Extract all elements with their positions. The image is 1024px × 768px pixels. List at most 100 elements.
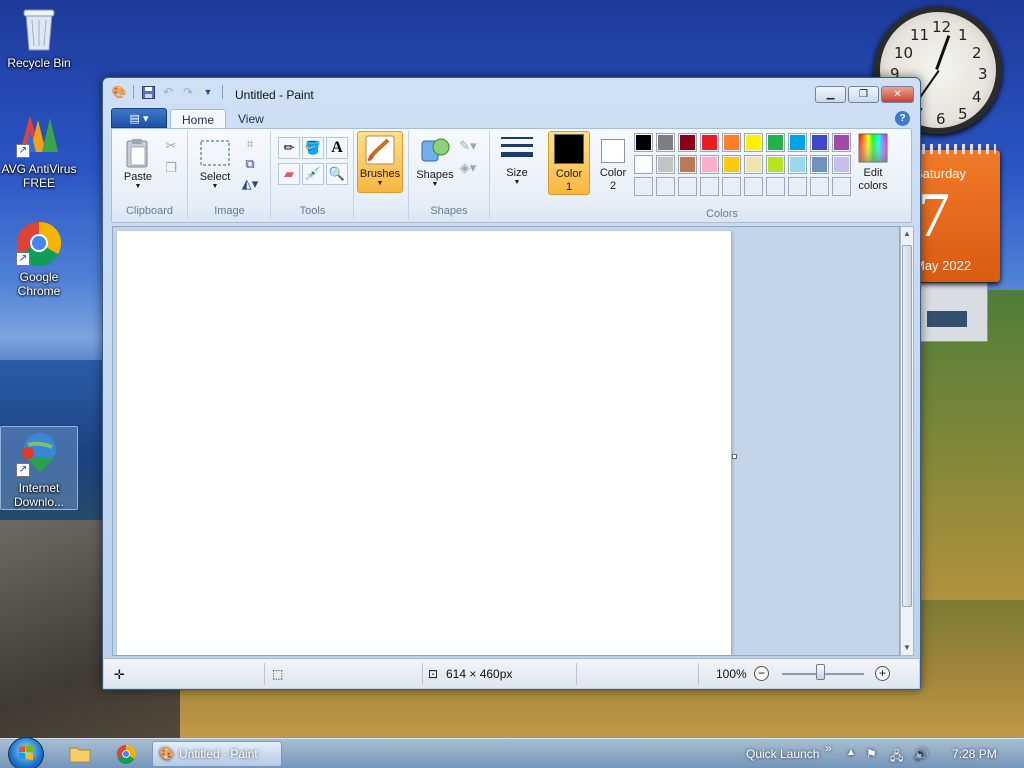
taskbar-task-label: Untitled - Paint [179, 747, 258, 761]
palette-swatch-empty[interactable] [722, 177, 741, 196]
start-button[interactable] [8, 737, 44, 768]
title-bar[interactable]: 🎨 ↶ ↷ ▼ Untitled - Paint ▁ ❐ ✕ [103, 78, 920, 106]
magnifier-icon[interactable]: 🔍 [326, 163, 348, 185]
desktop-icon-chrome[interactable]: ↗ Google Chrome [0, 220, 78, 298]
canvas-resize-handle-right[interactable] [732, 454, 737, 459]
palette-swatch[interactable] [656, 155, 675, 174]
clock-numeral: 1 [958, 26, 968, 44]
chrome-icon: ↗ [16, 220, 62, 267]
palette-swatch-empty[interactable] [700, 177, 719, 196]
rotate-icon[interactable]: ◭▾ [239, 173, 261, 195]
color-picker-icon[interactable]: 💉 [302, 163, 324, 185]
palette-swatch[interactable] [832, 133, 851, 152]
palette-swatch-empty[interactable] [788, 177, 807, 196]
palette-swatch[interactable] [678, 155, 697, 174]
paste-button[interactable]: Paste ▼ [118, 137, 158, 190]
eraser-icon[interactable]: ▰ [278, 163, 300, 185]
palette-swatch[interactable] [700, 133, 719, 152]
paint-app-icon: 🎨 [159, 747, 174, 761]
palette-swatch-empty[interactable] [810, 177, 829, 196]
palette-swatch[interactable] [634, 155, 653, 174]
palette-swatch[interactable] [788, 133, 807, 152]
minimize-button[interactable]: ▁ [815, 86, 846, 103]
resize-icon[interactable]: ⧉ [239, 153, 261, 175]
desktop-icon-label: Recycle Bin [7, 56, 71, 70]
restore-button[interactable]: ❐ [848, 86, 879, 103]
color1-button[interactable]: Color 1 [548, 131, 590, 195]
fill-shape-icon[interactable]: ◈▾ [457, 157, 479, 179]
palette-swatch-empty[interactable] [832, 177, 851, 196]
tab-view[interactable]: View [227, 109, 275, 129]
palette-swatch[interactable] [744, 155, 763, 174]
palette-swatch[interactable] [656, 133, 675, 152]
outline-icon[interactable]: ✎▾ [457, 135, 479, 157]
zoom-in-icon[interactable]: + [875, 666, 890, 681]
select-button[interactable]: Select ▼ [195, 137, 235, 190]
redo-icon[interactable]: ↷ [180, 84, 196, 100]
undo-icon[interactable]: ↶ [160, 84, 176, 100]
taskbar-chrome[interactable] [106, 742, 146, 766]
close-button[interactable]: ✕ [881, 86, 914, 103]
palette-swatch[interactable] [744, 133, 763, 152]
palette-swatch[interactable] [810, 155, 829, 174]
size-button[interactable]: Size ▼ [496, 133, 538, 186]
paint-app-icon[interactable]: 🎨 [111, 84, 127, 100]
color2-button[interactable]: Color 2 [592, 131, 634, 195]
help-icon[interactable]: ? [895, 111, 910, 126]
qat-customize-icon[interactable]: ▼ [200, 84, 216, 100]
palette-swatch-empty[interactable] [744, 177, 763, 196]
palette-swatch-empty[interactable] [634, 177, 653, 196]
desktop-icon-recycle-bin[interactable]: Recycle Bin [0, 6, 78, 70]
group-label-tools: Tools [299, 205, 326, 217]
vertical-scrollbar[interactable]: ▲ ▼ [900, 226, 914, 656]
network-icon[interactable]: 🖧 [890, 747, 903, 768]
palette-swatch[interactable] [766, 155, 785, 174]
desktop-icon-internet-download-manager[interactable]: ↗ Internet Downlo... [0, 426, 78, 510]
scroll-up-icon[interactable]: ▲ [901, 227, 913, 241]
color2-label: Color 2 [599, 167, 627, 192]
text-icon[interactable]: A [326, 137, 348, 159]
tray-expand-icon[interactable]: ▲ [846, 747, 856, 758]
zoom-slider-thumb[interactable] [816, 664, 825, 680]
zoom-out-icon[interactable]: − [754, 666, 769, 681]
palette-swatch-empty[interactable] [766, 177, 785, 196]
cursor-position-icon: ✛ [114, 667, 125, 682]
palette-swatch-empty[interactable] [678, 177, 697, 196]
ribbon-tabs: ▤ ▾ Home View ? [111, 107, 912, 129]
fill-icon[interactable]: 🪣 [302, 137, 324, 159]
palette-swatch[interactable] [788, 155, 807, 174]
quick-launch-label[interactable]: Quick Launch [746, 747, 819, 761]
palette-swatch[interactable] [678, 133, 697, 152]
pencil-icon[interactable]: ✏ [278, 137, 300, 159]
scroll-thumb[interactable] [902, 245, 912, 607]
volume-icon[interactable]: 🔊 [914, 747, 929, 761]
cut-icon[interactable]: ✂ [160, 135, 182, 157]
clock-time[interactable]: 7:28 PM [952, 747, 997, 761]
palette-swatch[interactable] [810, 133, 829, 152]
palette-swatch[interactable] [700, 155, 719, 174]
palette-swatch[interactable] [832, 155, 851, 174]
palette-swatch[interactable] [722, 133, 741, 152]
taskbar-explorer[interactable] [60, 742, 100, 766]
crop-icon[interactable]: ⌗ [239, 133, 261, 155]
calendar-gadget[interactable]: Saturday 7 May 2022 [914, 144, 1000, 282]
palette-swatch-empty[interactable] [656, 177, 675, 196]
save-icon[interactable] [140, 84, 156, 100]
desktop-icon-avg[interactable]: ↗ AVG AntiVirus FREE [0, 112, 78, 190]
shapes-button[interactable]: Shapes ▼ [415, 135, 455, 188]
action-center-flag-icon[interactable]: ⚑ [866, 747, 877, 761]
taskbar-paint-task[interactable]: 🎨 Untitled - Paint [152, 741, 282, 767]
copy-icon[interactable]: ❐ [160, 157, 182, 179]
clock-numeral: 6 [936, 110, 946, 128]
brushes-button[interactable]: Brushes ▼ [357, 131, 403, 193]
palette-swatch[interactable] [766, 133, 785, 152]
tab-home[interactable]: Home [170, 109, 227, 129]
scroll-down-icon[interactable]: ▼ [901, 641, 913, 655]
file-menu-button[interactable]: ▤ ▾ [111, 108, 167, 128]
paste-icon [122, 137, 154, 169]
drawing-canvas[interactable] [117, 231, 731, 655]
palette-swatch[interactable] [634, 133, 653, 152]
edit-colors-button[interactable]: Edit colors [852, 133, 894, 193]
quick-launch-chevron-icon[interactable]: » [825, 741, 832, 755]
palette-swatch[interactable] [722, 155, 741, 174]
